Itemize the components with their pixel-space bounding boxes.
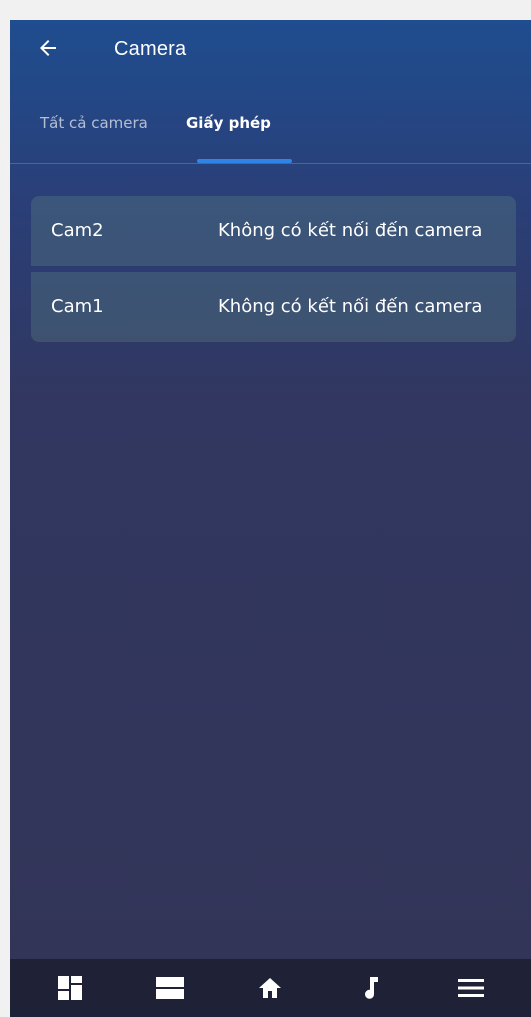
page-title: Camera [114,38,187,60]
app-header: Camera [10,20,531,80]
app-screen: Camera Tất cả camera Giấy phép Cam2 Khôn… [10,20,531,1017]
nav-home-button[interactable] [250,968,290,1008]
dashboard-icon [58,976,83,1000]
nav-music-button[interactable] [351,968,391,1008]
camera-name: Cam2 [51,220,104,241]
menu-icon [457,979,484,997]
music-note-icon [364,977,378,999]
bottom-navigation [10,959,531,1017]
home-icon [259,978,282,998]
back-button[interactable] [32,32,64,64]
nav-list-view-button[interactable] [150,968,190,1008]
tab-all-cameras[interactable]: Tất cả camera [40,114,148,154]
camera-row-cam2[interactable]: Cam2 Không có kết nối đến camera [31,196,516,266]
tab-license[interactable]: Giấy phép [186,114,271,154]
nav-menu-button[interactable] [451,968,491,1008]
active-tab-indicator [197,159,292,163]
camera-status: Không có kết nối đến camera [218,296,483,317]
camera-name: Cam1 [51,296,104,317]
nav-dashboard-button[interactable] [50,968,90,1008]
camera-row-cam1[interactable]: Cam1 Không có kết nối đến camera [31,272,516,342]
camera-list: Cam2 Không có kết nối đến camera Cam1 Kh… [31,196,516,342]
camera-status: Không có kết nối đến camera [218,220,483,241]
arrow-left-icon [40,40,56,56]
tab-bar: Tất cả camera Giấy phép [10,108,531,164]
view-stream-icon [156,977,185,999]
